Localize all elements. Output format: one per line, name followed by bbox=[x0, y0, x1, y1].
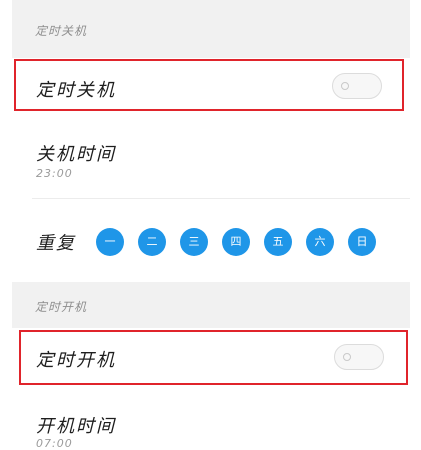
repeat-day-wed[interactable]: 三 bbox=[180, 228, 208, 256]
repeat-day-thu[interactable]: 四 bbox=[222, 228, 250, 256]
startup-time-value: 07:00 bbox=[36, 437, 73, 450]
repeat-day-fri[interactable]: 五 bbox=[264, 228, 292, 256]
repeat-day-wed-label: 三 bbox=[188, 235, 200, 248]
repeat-day-sat-label: 六 bbox=[314, 235, 326, 248]
shutdown-time-label: 关机时间 bbox=[36, 144, 116, 165]
repeat-day-mon[interactable]: 一 bbox=[96, 228, 124, 256]
repeat-day-mon-label: 一 bbox=[104, 235, 116, 248]
shutdown-time-value: 23:00 bbox=[36, 167, 73, 180]
startup-toggle-highlight bbox=[19, 330, 408, 385]
repeat-day-sun[interactable]: 日 bbox=[348, 228, 376, 256]
shutdown-section-header: 定时关机 bbox=[12, 0, 410, 58]
shutdown-time-row[interactable]: 关机时间 23:00 bbox=[12, 116, 410, 198]
startup-time-row[interactable]: 开机时间 07:00 bbox=[12, 390, 410, 450]
shutdown-toggle-highlight bbox=[14, 59, 404, 111]
shutdown-section-title: 定时关机 bbox=[35, 24, 88, 38]
repeat-day-sat[interactable]: 六 bbox=[306, 228, 334, 256]
startup-section-title: 定时开机 bbox=[35, 300, 88, 314]
repeat-day-thu-label: 四 bbox=[230, 235, 242, 248]
repeat-day-fri-label: 五 bbox=[272, 235, 284, 248]
repeat-day-tue-label: 二 bbox=[146, 235, 158, 248]
repeat-label: 重复 bbox=[36, 233, 76, 254]
repeat-day-sun-label: 日 bbox=[356, 235, 368, 248]
scheduled-power-settings: 定时关机 定时关机 关机时间 23:00 重复 一 二 三 四 五 六 日 定时… bbox=[12, 0, 410, 450]
startup-time-label: 开机时间 bbox=[36, 416, 116, 437]
startup-section-header: 定时开机 bbox=[12, 282, 410, 328]
repeat-day-tue[interactable]: 二 bbox=[138, 228, 166, 256]
